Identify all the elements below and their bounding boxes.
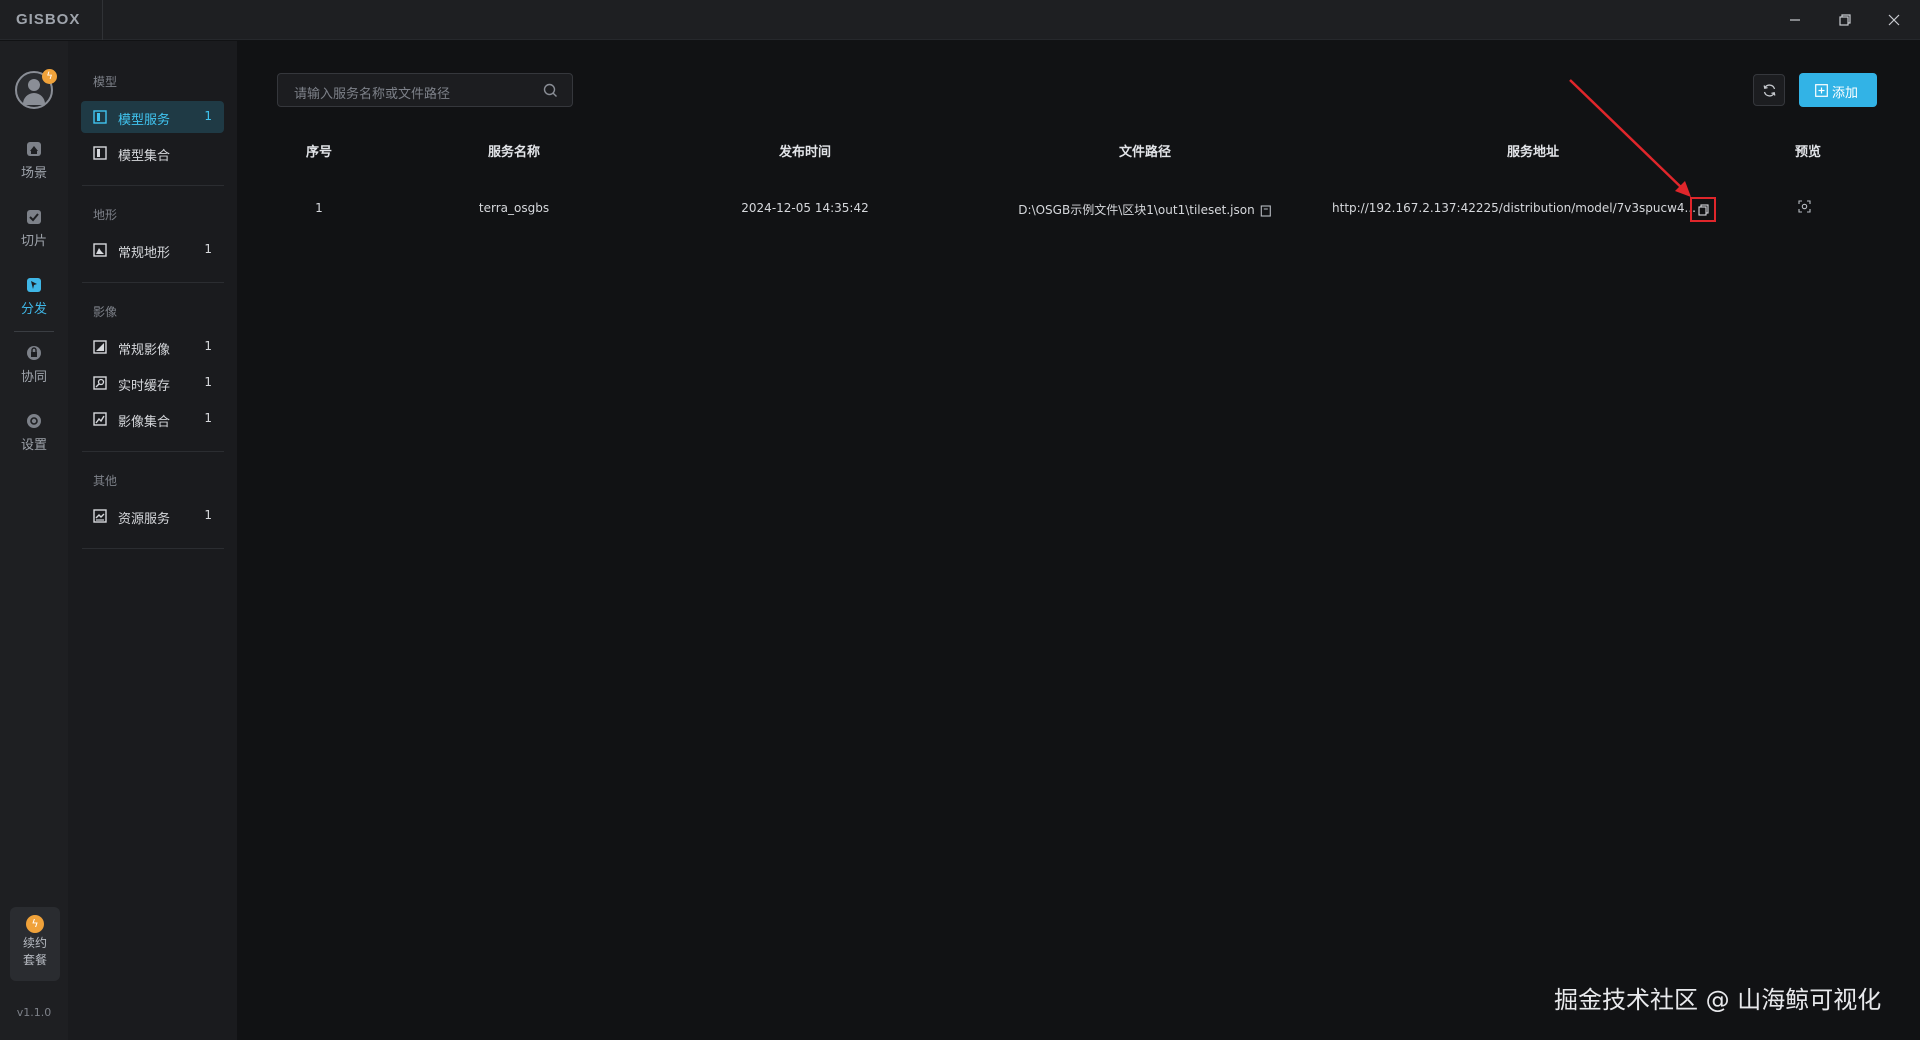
- realtime-cache-icon: [93, 376, 107, 390]
- rail-divider: [14, 331, 54, 332]
- cell-url: http://192.167.2.137:42225/distribution/…: [1332, 201, 1696, 215]
- title-bar: GISBOX: [0, 0, 1920, 40]
- resource-service-icon: [93, 509, 107, 523]
- rail-item-distribute[interactable]: 分发: [0, 276, 68, 332]
- sidebar-item-label: 影像集合: [118, 415, 171, 430]
- rail-item-scene[interactable]: 场景: [0, 140, 68, 196]
- column-header-url: 服务地址: [1506, 145, 1560, 160]
- section-title-imagery: 影像: [93, 305, 118, 319]
- renew-plan-button[interactable]: ϟ 续约 套餐: [10, 907, 60, 981]
- add-button[interactable]: 添加: [1799, 73, 1877, 107]
- sidebar-item-label: 模型集合: [118, 149, 171, 164]
- column-header-path: 文件路径: [1118, 145, 1172, 160]
- model-collection-icon: [93, 146, 107, 160]
- lightning-badge-icon: ϟ: [42, 69, 57, 84]
- section-title-terrain: 地形: [93, 208, 118, 222]
- renew-label-line2: 套餐: [22, 953, 47, 967]
- close-button[interactable]: [1874, 6, 1914, 34]
- cell-time: 2024-12-05 14:35:42: [741, 201, 869, 215]
- sidebar-item-count: 1: [204, 242, 212, 256]
- rail-item-collaborate[interactable]: 协同: [0, 344, 68, 400]
- scene-icon: [27, 142, 41, 156]
- section-divider: [82, 548, 224, 549]
- column-header-preview: 预览: [1794, 145, 1822, 160]
- rail-item-settings[interactable]: 设置: [0, 412, 68, 468]
- refresh-icon: [1763, 84, 1776, 97]
- column-header-index: 序号: [305, 145, 333, 160]
- model-service-icon: [93, 110, 107, 124]
- column-header-name: 服务名称: [487, 145, 541, 160]
- sidebar-item-count: 1: [204, 375, 212, 389]
- maximize-button[interactable]: [1825, 6, 1865, 34]
- icon-rail: ϟ 场景 切片 分发 协同 设置 ϟ 续约 套餐 v1.1.0: [0, 41, 68, 1040]
- app-logo: GISBOX: [16, 11, 81, 28]
- copy-icon: [1698, 204, 1709, 216]
- column-header-time: 发布时间: [778, 145, 832, 160]
- cell-name: terra_osgbs: [478, 201, 550, 215]
- renew-label-line1: 续约: [22, 936, 47, 950]
- refresh-button[interactable]: [1753, 74, 1785, 106]
- sidebar-item-label: 模型服务: [118, 113, 171, 128]
- cell-path-text: D:\OSGB示例文件\区块1\out1\tileset.json: [1018, 203, 1255, 217]
- sidebar-item-label: 常规影像: [118, 343, 171, 358]
- cell-index: 1: [315, 201, 323, 215]
- sidebar-item-label: 资源服务: [118, 512, 171, 527]
- rail-label-collaborate: 协同: [20, 370, 47, 385]
- section-divider: [82, 451, 224, 452]
- collaborate-icon: [27, 346, 41, 360]
- sidebar-item-model-collection[interactable]: 模型集合: [81, 137, 224, 169]
- sidebar-item-terrain[interactable]: 常规地形 1: [81, 234, 224, 266]
- sidebar-item-imagery-collection[interactable]: 影像集合 1: [81, 403, 224, 435]
- lightning-icon: ϟ: [26, 915, 44, 933]
- sidebar-item-count: 1: [204, 339, 212, 353]
- search-input[interactable]: 请输入服务名称或文件路径: [277, 73, 573, 107]
- rail-item-slice[interactable]: 切片: [0, 208, 68, 264]
- avatar-body: [23, 93, 45, 105]
- sidebar-item-count: 1: [204, 508, 212, 522]
- watermark: 掘金技术社区 @ 山海鲸可视化: [1554, 986, 1882, 1014]
- sidebar-item-model-service[interactable]: 模型服务 1: [81, 101, 224, 133]
- sidebar-item-label: 实时缓存: [118, 379, 171, 394]
- add-icon: [1815, 84, 1828, 97]
- minimize-button[interactable]: [1775, 6, 1815, 34]
- settings-icon: [27, 414, 41, 428]
- add-button-label: 添加: [1832, 86, 1859, 101]
- section-title-model: 模型: [93, 75, 118, 89]
- search-icon[interactable]: [543, 83, 558, 98]
- section-divider: [82, 185, 224, 186]
- search-placeholder: 请输入服务名称或文件路径: [294, 87, 451, 102]
- sidebar-item-resource-service[interactable]: 资源服务 1: [81, 500, 224, 532]
- copy-path-icon[interactable]: [1261, 204, 1272, 217]
- distribute-icon: [27, 278, 41, 292]
- sidebar-item-imagery[interactable]: 常规影像 1: [81, 331, 224, 363]
- cell-path: D:\OSGB示例文件\区块1\out1\tileset.json: [1018, 201, 1272, 218]
- sidebar-item-realtime-cache[interactable]: 实时缓存 1: [81, 367, 224, 399]
- rail-label-distribute: 分发: [20, 302, 47, 317]
- rail-label-scene: 场景: [20, 166, 47, 181]
- sidebar-item-label: 常规地形: [118, 246, 171, 261]
- preview-icon[interactable]: [1798, 200, 1811, 213]
- section-title-other: 其他: [93, 474, 118, 488]
- minimize-icon: [1790, 18, 1800, 21]
- imagery-collection-icon: [93, 412, 107, 426]
- imagery-icon: [93, 340, 107, 354]
- version-label: v1.1.0: [16, 1006, 52, 1019]
- close-icon: [1888, 14, 1900, 25]
- restore-icon: [1839, 13, 1851, 26]
- category-sidebar: 模型 模型服务 1 模型集合 地形 常规地形 1 影像 常规影像 1 实时缓存 …: [68, 41, 237, 1040]
- rail-label-slice: 切片: [20, 234, 47, 249]
- terrain-icon: [93, 243, 107, 257]
- title-divider: [102, 0, 103, 40]
- sidebar-item-count: 1: [204, 411, 212, 425]
- avatar-head: [28, 79, 40, 91]
- rail-label-settings: 设置: [20, 438, 47, 453]
- main-panel: 请输入服务名称或文件路径 添加 序号 服务名称 发布时间 文件路径 服务地址 预…: [237, 41, 1920, 1040]
- copy-url-button[interactable]: [1690, 197, 1716, 222]
- section-divider: [82, 282, 224, 283]
- sidebar-item-count: 1: [204, 109, 212, 123]
- slice-icon: [27, 210, 41, 224]
